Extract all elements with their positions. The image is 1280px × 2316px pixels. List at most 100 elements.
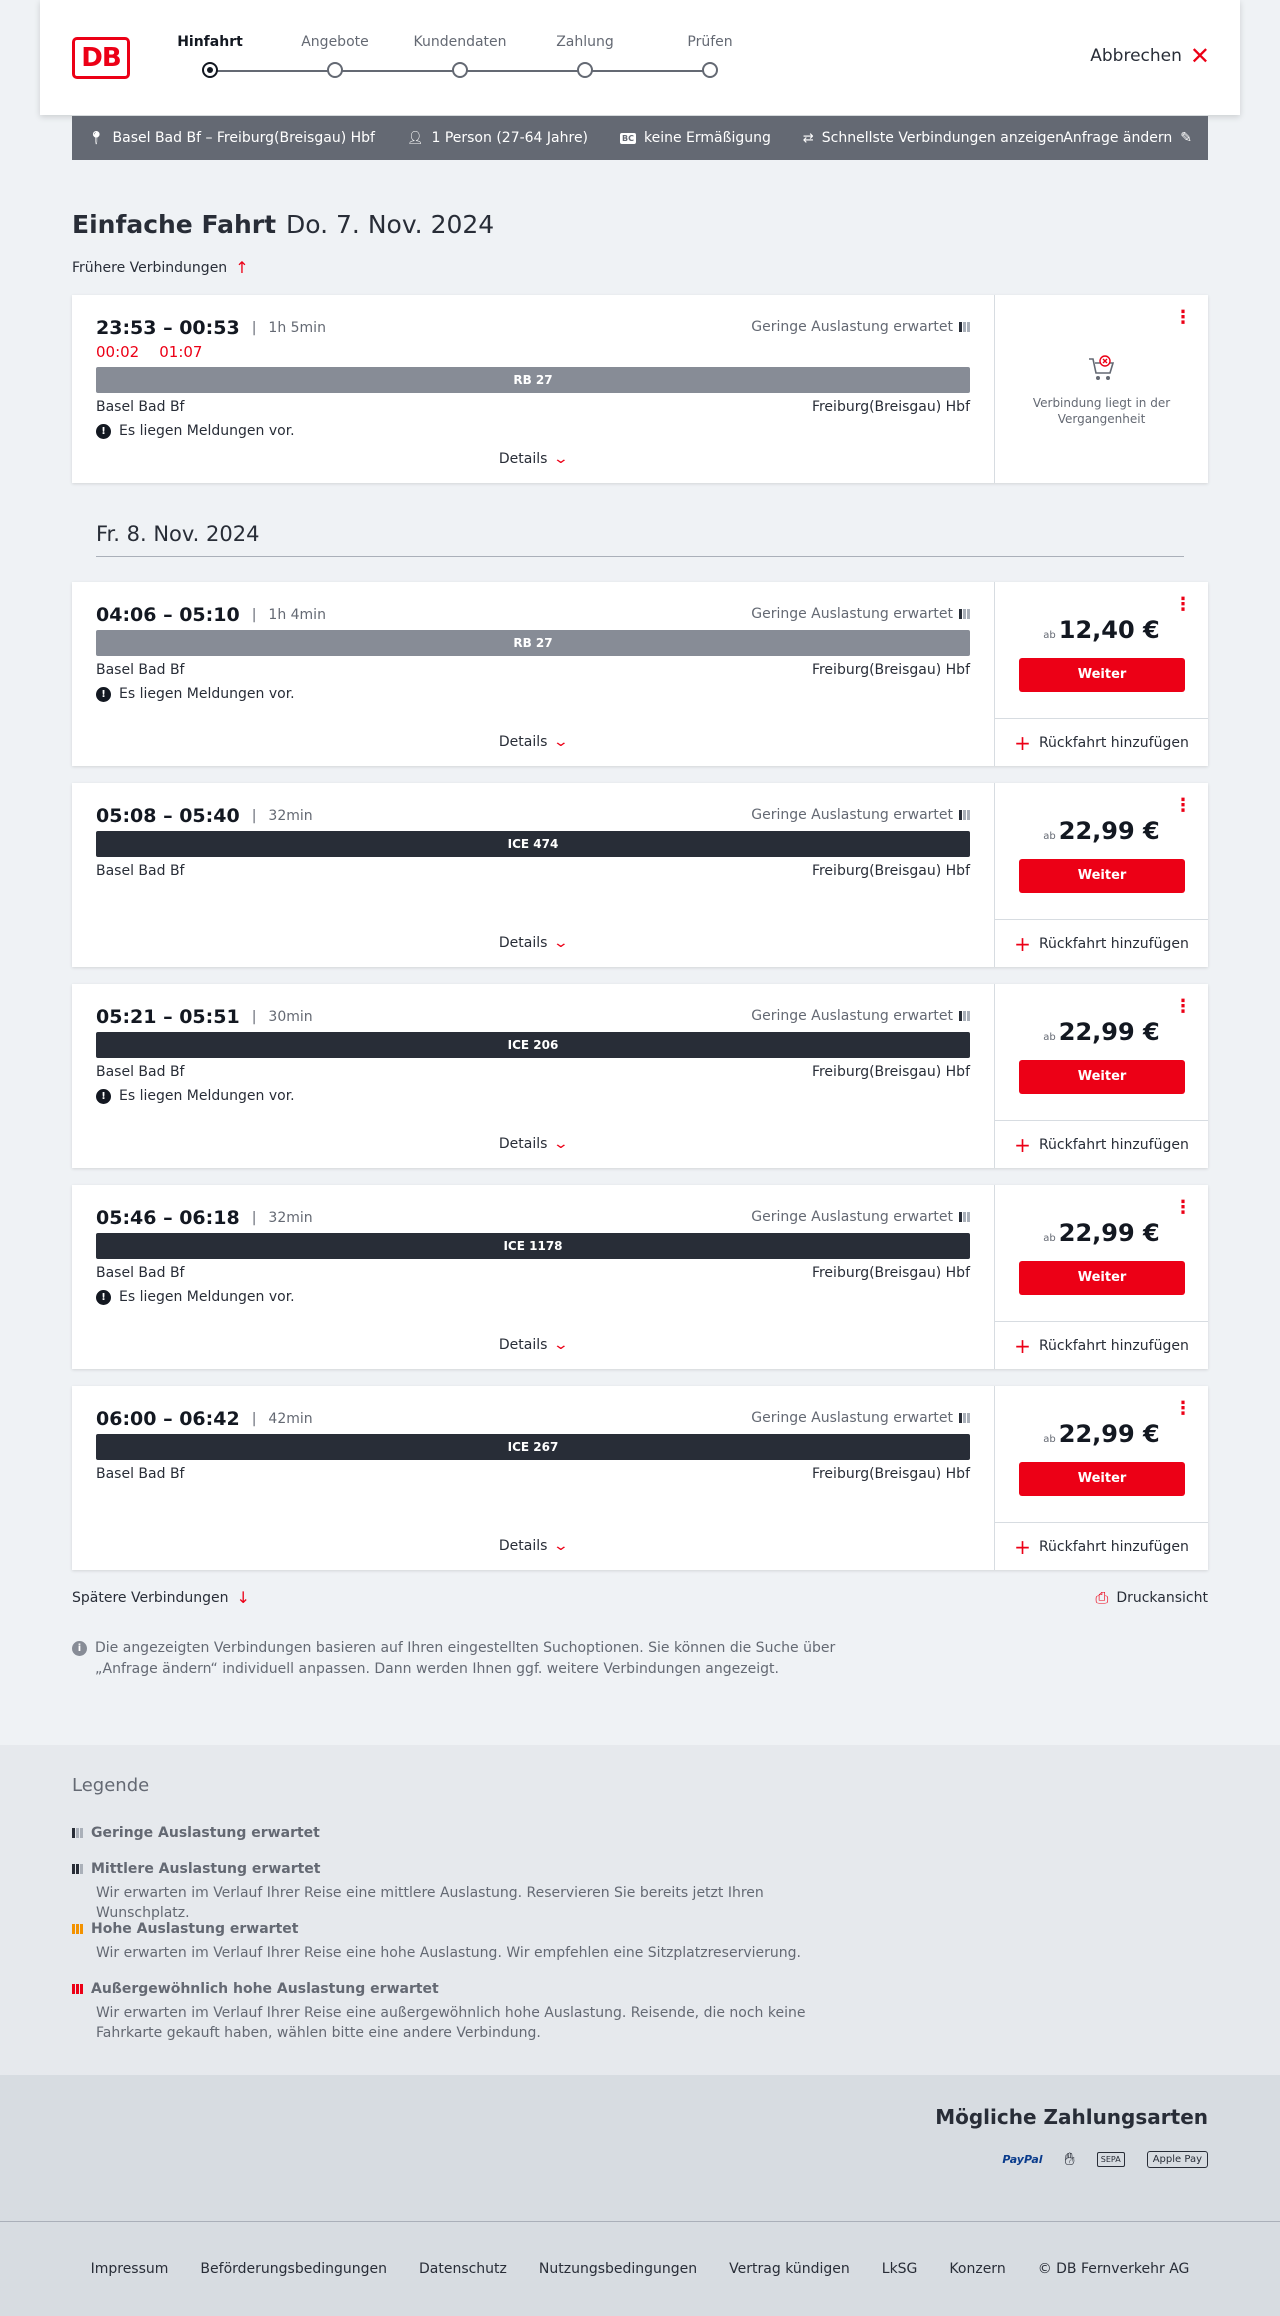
origin-station: Basel Bad Bf <box>96 399 185 415</box>
price: ab 22,99 € <box>1043 817 1160 845</box>
details-toggle[interactable]: Details ⌄ <box>72 1136 994 1152</box>
add-return-button[interactable]: + Rückfahrt hinzufügen <box>995 1522 1208 1570</box>
details-toggle[interactable]: Details ⌄ <box>72 734 994 750</box>
destination-station: Freiburg(Breisgau) Hbf <box>811 1064 970 1080</box>
sepa-icon: SEPA <box>1096 2152 1125 2167</box>
change-request-button[interactable]: Anfrage ändern ✎ <box>1063 130 1192 146</box>
more-options-icon[interactable]: ⋮ <box>1174 1199 1192 1217</box>
pencil-icon: ✎ <box>1180 130 1192 146</box>
destination-station: Freiburg(Breisgau) Hbf <box>811 863 970 879</box>
message-notice: ! Es liegen Meldungen vor. <box>96 1088 295 1104</box>
occupancy-indicator: Geringe Auslastung erwartet <box>751 1209 970 1225</box>
connection-duration: 32min <box>268 808 313 824</box>
footer: Impressum Beförderungsbedingungen Datens… <box>0 2221 1280 2316</box>
destination-station: Freiburg(Breisgau) Hbf <box>811 662 970 678</box>
price: ab 22,99 € <box>1043 1219 1160 1247</box>
earlier-connections-link[interactable]: Frühere Verbindungen ↑ <box>72 258 249 277</box>
print-view-link[interactable]: ⎙ Druckansicht <box>1096 1588 1208 1608</box>
exclamation-icon: ! <box>96 423 111 439</box>
footer-link-lksg[interactable]: LkSG <box>882 2261 918 2277</box>
destination-station: Freiburg(Breisgau) Hbf <box>811 399 970 415</box>
occupancy-indicator: Geringe Auslastung erwartet <box>751 606 970 622</box>
chevron-down-icon: ⌄ <box>553 1337 570 1353</box>
details-toggle[interactable]: Details ⌄ <box>72 1337 994 1353</box>
more-options-icon[interactable]: ⋮ <box>1174 1400 1192 1418</box>
paypal-icon: PayPal <box>1002 2153 1043 2166</box>
details-toggle[interactable]: Details ⌄ <box>72 1538 994 1554</box>
train-bar[interactable]: RB 27 <box>96 630 970 656</box>
footer-link-befoerderungsbedingungen[interactable]: Beförderungsbedingungen <box>200 2261 387 2277</box>
footer-link-impressum[interactable]: Impressum <box>91 2261 169 2277</box>
connection-card: 05:46 – 06:18 | 32min Geringe Auslastung e… <box>72 1185 1208 1369</box>
plus-icon: + <box>1014 1333 1031 1358</box>
date-divider: Fr. 8. Nov. 2024 <box>96 522 1184 557</box>
occupancy-low-icon <box>959 810 970 820</box>
db-logo[interactable]: DB <box>72 37 130 79</box>
train-bar[interactable]: ICE 267 <box>96 1434 970 1460</box>
more-options-icon[interactable]: ⋮ <box>1174 998 1192 1016</box>
train-bar[interactable]: ICE 206 <box>96 1032 970 1058</box>
step-zahlung: Zahlung <box>530 34 640 78</box>
connection-duration: 32min <box>268 1210 313 1226</box>
arrow-down-icon: ↓ <box>236 1588 250 1607</box>
plus-icon: + <box>1014 931 1031 956</box>
info-notice: i Die angezeigten Verbindungen basieren … <box>72 1638 852 1680</box>
origin-station: Basel Bad Bf <box>96 1064 185 1080</box>
weiter-button[interactable]: Weiter <box>1019 1462 1185 1496</box>
weiter-button[interactable]: Weiter <box>1019 1060 1185 1094</box>
details-toggle[interactable]: Details ⌄ <box>72 935 994 951</box>
train-bar[interactable]: RB 27 <box>96 367 970 393</box>
step-hinfahrt: Hinfahrt <box>155 34 265 78</box>
connection-duration: 42min <box>268 1411 313 1427</box>
weiter-button[interactable]: Weiter <box>1019 658 1185 692</box>
page-title: Einfache Fahrt Do. 7. Nov. 2024 <box>72 210 495 239</box>
origin-station: Basel Bad Bf <box>96 1466 185 1482</box>
connection-time: 06:00 – 06:42 <box>96 1408 240 1430</box>
step-pruefen: Prüfen <box>655 34 765 78</box>
summary-route: 📍︎ Basel Bad Bf – Freiburg(Breisgau) Hbf <box>88 130 375 146</box>
more-options-icon[interactable]: ⋮ <box>1174 309 1192 327</box>
add-return-button[interactable]: + Rückfahrt hinzufügen <box>995 919 1208 967</box>
occupancy-low-icon <box>959 1413 970 1423</box>
realtime-times: 00:02 01:07 <box>96 343 203 361</box>
footer-link-konzern[interactable]: Konzern <box>949 2261 1005 2277</box>
more-options-icon[interactable]: ⋮ <box>1174 797 1192 815</box>
weiter-button[interactable]: Weiter <box>1019 859 1185 893</box>
footer-copyright: © DB Fernverkehr AG <box>1037 2261 1190 2277</box>
footer-link-nutzungsbedingungen[interactable]: Nutzungsbedingungen <box>539 2261 697 2277</box>
occupancy-low-icon <box>959 322 970 332</box>
add-return-button[interactable]: + Rückfahrt hinzufügen <box>995 718 1208 766</box>
weiter-button[interactable]: Weiter <box>1019 1261 1185 1295</box>
connection-duration: 1h 4min <box>268 607 326 623</box>
footer-link-vertrag-kuendigen[interactable]: Vertrag kündigen <box>729 2261 850 2277</box>
apple-pay-icon: Apple Pay <box>1146 2151 1208 2168</box>
summary-persons: 👤︎ 1 Person (27-64 Jahre) <box>406 130 589 146</box>
contactless-card-icon: ✋︎ <box>1064 2149 1075 2170</box>
legend-title: Legende <box>72 1775 150 1796</box>
connection-duration: 1h 5min <box>268 320 326 336</box>
person-icon: 👤︎ <box>406 130 424 146</box>
occupancy-low-icon <box>72 1828 83 1838</box>
summary-fastest: ⇄ Schnellste Verbindungen anzeigen <box>802 130 1064 146</box>
train-bar[interactable]: ICE 474 <box>96 831 970 857</box>
details-toggle[interactable]: Details ⌄ <box>72 451 994 467</box>
header: DB Hinfahrt Angebote Kundendaten Zahlung… <box>40 0 1240 115</box>
connection-duration: 30min <box>268 1009 313 1025</box>
arrow-up-icon: ↑ <box>235 258 249 277</box>
summary-discount: BC keine Ermäßigung <box>620 130 771 146</box>
price: ab 22,99 € <box>1043 1018 1160 1046</box>
connection-time: 05:21 – 05:51 <box>96 1006 240 1028</box>
legend-item-low: Geringe Auslastung erwartet <box>72 1825 852 1841</box>
add-return-button[interactable]: + Rückfahrt hinzufügen <box>995 1321 1208 1369</box>
payment-methods-section: Mögliche Zahlungsarten PayPal ✋︎ SEPA Ap… <box>0 2075 1280 2221</box>
occupancy-indicator: Geringe Auslastung erwartet <box>751 807 970 823</box>
connection-time: 05:46 – 06:18 <box>96 1207 240 1229</box>
chevron-down-icon: ⌄ <box>553 734 570 750</box>
train-bar[interactable]: ICE 1178 <box>96 1233 970 1259</box>
footer-link-datenschutz[interactable]: Datenschutz <box>419 2261 507 2277</box>
more-options-icon[interactable]: ⋮ <box>1174 596 1192 614</box>
add-return-button[interactable]: + Rückfahrt hinzufügen <box>995 1120 1208 1168</box>
later-connections-link[interactable]: Spätere Verbindungen ↓ <box>72 1588 250 1607</box>
price: ab 22,99 € <box>1043 1420 1160 1448</box>
abort-button[interactable]: Abbrechen ✕ <box>1090 44 1210 68</box>
